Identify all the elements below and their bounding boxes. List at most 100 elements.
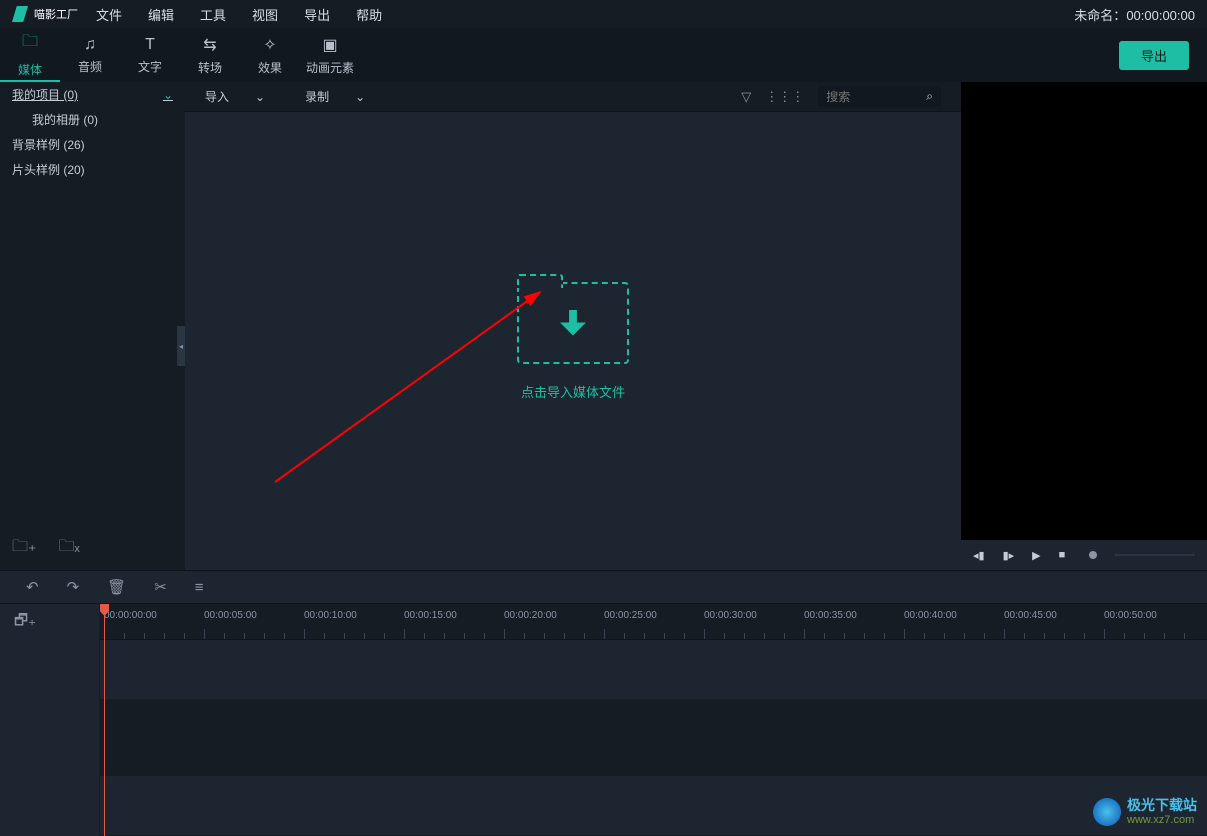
menu-items: 文件 编辑 工具 视图 导出 帮助 — [96, 5, 382, 24]
music-icon: ♫ — [84, 36, 96, 54]
watermark-name: 极光下载站 — [1127, 798, 1197, 813]
undo-button[interactable]: ↶ — [26, 578, 39, 596]
main-area: 我的项目 (0) ⌄ 我的相册 (0) 背景样例 (26) 片头样例 (20) … — [0, 82, 1207, 570]
import-label: 导入 — [205, 88, 229, 105]
tab-text-label: 文字 — [138, 58, 162, 75]
progress-handle[interactable] — [1089, 551, 1097, 559]
sidebar-item-label: 我的相册 (0) — [32, 111, 98, 128]
search-icon[interactable]: ⌕ — [926, 89, 933, 104]
progress-track[interactable] — [1115, 554, 1195, 556]
sidebar-item-label: 我的项目 (0) — [12, 86, 78, 103]
watermark: 极光下载站 www.xz7.com — [1093, 798, 1197, 826]
download-arrow-icon — [560, 310, 586, 336]
export-wrap: 导出 — [1119, 28, 1207, 82]
tool-tabs: 🗀 媒体 ♫ 音频 T 文字 ⇆ 转场 ✧ 效果 ▣ 动画元素 导出 — [0, 28, 1207, 82]
menu-file[interactable]: 文件 — [96, 5, 122, 24]
filter-icon[interactable]: ▽ — [741, 89, 751, 105]
content-toolbar-right: ▽ ⋮⋮⋮ ⌕ — [741, 86, 941, 107]
play-button[interactable]: ▶ — [1032, 549, 1040, 562]
sidebar-item-label: 片头样例 (20) — [12, 161, 85, 178]
ruler-mark: 00:00:05:00 — [204, 610, 257, 621]
playhead[interactable] — [104, 604, 105, 836]
sidebar-item-label: 背景样例 (26) — [12, 136, 85, 153]
elements-icon: ▣ — [322, 35, 337, 55]
tab-effect[interactable]: ✧ 效果 — [240, 28, 300, 82]
ruler-mark: 00:00:45:00 — [1004, 610, 1057, 621]
ruler-mark: 00:00:50:00 — [1104, 610, 1157, 621]
watermark-icon — [1093, 798, 1121, 826]
ruler-mark: 00:00:10:00 — [304, 610, 357, 621]
menu-edit[interactable]: 编辑 — [148, 5, 174, 24]
sidebar-collapse-handle[interactable]: ◂ — [177, 326, 185, 366]
prev-frame-button[interactable]: ◂▮ — [973, 549, 985, 562]
stop-button[interactable]: ■ — [1059, 549, 1066, 561]
sidebar-item-my-album[interactable]: 我的相册 (0) — [0, 107, 185, 132]
tab-transition-label: 转场 — [198, 59, 222, 76]
ruler-mark: 00:00:40:00 — [904, 610, 957, 621]
record-label: 录制 — [305, 88, 329, 105]
menu-view[interactable]: 视图 — [252, 5, 278, 24]
timeline-ruler[interactable]: 00:00:00:00 00:00:05:00 00:00:10:00 00:00:1… — [100, 604, 1207, 640]
ruler-mark: 00:00:00:00 — [104, 610, 157, 621]
chevron-down-icon: ⌄ — [163, 88, 173, 102]
project-prefix: 未命名： — [1074, 8, 1126, 23]
new-folder-icon[interactable]: 🗀₊ — [12, 535, 36, 562]
sidebar-item-bg-samples[interactable]: 背景样例 (26) — [0, 132, 185, 157]
menu-tool[interactable]: 工具 — [200, 5, 226, 24]
cut-button[interactable]: ✂ — [154, 578, 167, 596]
tab-transition[interactable]: ⇆ 转场 — [180, 28, 240, 82]
drop-label: 点击导入媒体文件 — [521, 382, 625, 401]
record-dropdown[interactable]: 录制 ⌄ — [305, 88, 365, 105]
preview-controls: ◂▮ ▮▸ ▶ ■ — [961, 540, 1207, 570]
timeline-tools: ↶ ↷ 🗑 ✂ ≡ — [0, 570, 1207, 604]
search-box[interactable]: ⌕ — [818, 86, 941, 107]
chevron-down-icon: ⌄ — [355, 90, 365, 104]
track-row-1[interactable] — [100, 640, 1207, 700]
tab-effect-label: 效果 — [258, 59, 282, 76]
app-name: 喵影工厂 — [34, 6, 78, 22]
menu-help[interactable]: 帮助 — [356, 5, 382, 24]
sidebar-item-my-project[interactable]: 我的项目 (0) ⌄ — [0, 82, 185, 107]
ruler-mark: 00:00:20:00 — [504, 610, 557, 621]
tab-audio-label: 音频 — [78, 58, 102, 75]
drop-folder-icon[interactable] — [517, 282, 629, 364]
settings-icon[interactable]: ≡ — [195, 579, 204, 596]
preview-video — [961, 82, 1207, 540]
menubar: 喵影工厂 文件 编辑 工具 视图 导出 帮助 未命名：00:00:00:00 — [0, 0, 1207, 28]
redo-button[interactable]: ↷ — [67, 578, 80, 596]
content-panel: 导入 ⌄ 录制 ⌄ ▽ ⋮⋮⋮ ⌕ 点击导入媒体文件 — [185, 82, 961, 570]
delete-button[interactable]: 🗑 — [107, 578, 126, 596]
tab-media[interactable]: 🗀 媒体 — [0, 28, 60, 82]
track-row-3[interactable] — [100, 776, 1207, 836]
delete-folder-icon[interactable]: 🗀ₓ — [58, 535, 79, 562]
content-toolbar: 导入 ⌄ 录制 ⌄ ▽ ⋮⋮⋮ ⌕ — [185, 82, 961, 112]
ruler-mark: 00:00:15:00 — [404, 610, 457, 621]
ruler-mark: 00:00:25:00 — [604, 610, 657, 621]
chevron-down-icon: ⌄ — [255, 90, 265, 104]
tab-media-label: 媒体 — [18, 61, 42, 78]
folder-icon: 🗀 — [22, 30, 38, 57]
import-dropdown[interactable]: 导入 ⌄ — [205, 88, 265, 105]
sidebar-actions: 🗀₊ 🗀ₓ — [12, 535, 80, 562]
tab-elements[interactable]: ▣ 动画元素 — [300, 28, 360, 82]
tab-audio[interactable]: ♫ 音频 — [60, 28, 120, 82]
effect-icon: ✧ — [263, 35, 276, 55]
export-button[interactable]: 导出 — [1119, 41, 1189, 70]
media-drop-zone[interactable]: 点击导入媒体文件 — [185, 112, 961, 570]
timeline: 🗗₊ 00:00:00:0000:00:05:0000:00:10:0000:0… — [0, 604, 1207, 836]
search-input[interactable] — [826, 90, 886, 104]
grid-view-icon[interactable]: ⋮⋮⋮ — [765, 89, 804, 105]
sidebar: 我的项目 (0) ⌄ 我的相册 (0) 背景样例 (26) 片头样例 (20) … — [0, 82, 185, 570]
sidebar-item-intro-samples[interactable]: 片头样例 (20) — [0, 157, 185, 182]
tab-elements-label: 动画元素 — [306, 59, 354, 76]
next-frame-button[interactable]: ▮▸ — [1003, 549, 1015, 562]
project-title: 未命名：00:00:00:00 — [1074, 5, 1195, 24]
track-row-2[interactable] — [100, 700, 1207, 776]
watermark-url: www.xz7.com — [1127, 814, 1197, 826]
tab-text[interactable]: T 文字 — [120, 28, 180, 82]
menu-export[interactable]: 导出 — [304, 5, 330, 24]
project-time: 00:00:00:00 — [1126, 8, 1195, 23]
logo-icon — [12, 6, 28, 22]
track-body[interactable]: 00:00:00:00 00:00:05:00 00:00:10:00 00:00:1… — [100, 604, 1207, 836]
add-track-button[interactable]: 🗗₊ — [0, 604, 99, 640]
